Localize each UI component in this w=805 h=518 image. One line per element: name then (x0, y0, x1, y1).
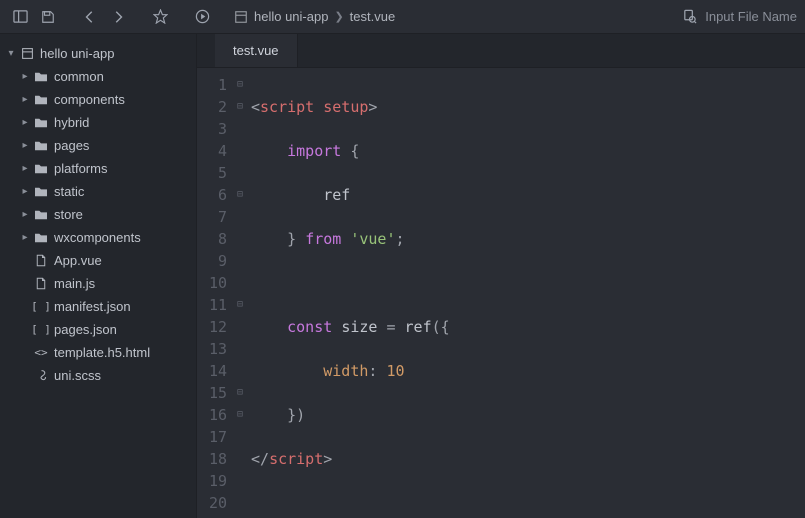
run-icon[interactable] (190, 5, 214, 29)
json-file-icon: [ ] (32, 300, 50, 313)
line-gutter: 1234567891011121314151617181920 (197, 68, 237, 518)
tree-folder[interactable]: ▸hybrid (0, 111, 196, 134)
save-icon[interactable] (36, 5, 60, 29)
tree-file[interactable]: uni.scss (0, 364, 196, 387)
chevron-right-icon: ❯ (334, 10, 343, 23)
chevron-right-icon: ▸ (18, 94, 32, 105)
tree-root-label: hello uni-app (40, 46, 114, 61)
fold-gutter[interactable]: ⊟⊟⊟⊟⊟⊟ (237, 68, 251, 518)
folder-icon (32, 186, 50, 198)
nav-back-icon[interactable] (78, 5, 102, 29)
tree-file[interactable]: [ ]pages.json (0, 318, 196, 341)
tree-file[interactable]: App.vue (0, 249, 196, 272)
folder-icon (32, 117, 50, 129)
star-icon[interactable] (148, 5, 172, 29)
breadcrumb-file[interactable]: test.vue (350, 9, 396, 24)
breadcrumb: hello uni-app ❯ test.vue (234, 9, 395, 24)
tab-test-vue[interactable]: test.vue (215, 34, 298, 67)
toolbar-search[interactable]: Input File Name (682, 9, 797, 24)
search-placeholder: Input File Name (705, 9, 797, 24)
chevron-right-icon: ▸ (18, 117, 32, 128)
project-icon (18, 47, 36, 60)
folder-icon (32, 232, 50, 244)
code-editor[interactable]: 1234567891011121314151617181920 ⊟⊟⊟⊟⊟⊟ <… (197, 68, 805, 518)
vue-file-icon (32, 254, 50, 267)
chevron-right-icon: ▸ (18, 71, 32, 82)
folder-icon (32, 140, 50, 152)
tree-folder[interactable]: ▸store (0, 203, 196, 226)
code-content[interactable]: <script setup> import { ref } from 'vue'… (251, 68, 805, 518)
file-explorer: ▾ hello uni-app ▸common ▸components ▸hyb… (0, 34, 197, 518)
tab-bar: test.vue (197, 34, 805, 68)
editor-area: test.vue 1234567891011121314151617181920… (197, 34, 805, 518)
search-file-icon (682, 9, 697, 24)
html-file-icon: <> (32, 346, 50, 359)
json-file-icon: [ ] (32, 323, 50, 336)
chevron-right-icon: ▸ (18, 186, 32, 197)
breadcrumb-project[interactable]: hello uni-app (254, 9, 328, 24)
tree-folder[interactable]: ▸platforms (0, 157, 196, 180)
tree-folder[interactable]: ▸components (0, 88, 196, 111)
tree-folder[interactable]: ▸static (0, 180, 196, 203)
tree-file[interactable]: <>template.h5.html (0, 341, 196, 364)
folder-icon (32, 94, 50, 106)
tree-folder[interactable]: ▸common (0, 65, 196, 88)
chevron-right-icon: ▸ (18, 140, 32, 151)
js-file-icon (32, 277, 50, 290)
nav-forward-icon[interactable] (106, 5, 130, 29)
layout-icon[interactable] (8, 5, 32, 29)
chevron-right-icon: ▸ (18, 209, 32, 220)
tree-file[interactable]: main.js (0, 272, 196, 295)
tree-file[interactable]: [ ]manifest.json (0, 295, 196, 318)
folder-icon (32, 163, 50, 175)
scss-file-icon (32, 369, 50, 382)
chevron-right-icon: ▸ (18, 232, 32, 243)
chevron-down-icon: ▾ (4, 48, 18, 59)
tree-folder[interactable]: ▸wxcomponents (0, 226, 196, 249)
tree-root[interactable]: ▾ hello uni-app (0, 42, 196, 65)
tree-folder[interactable]: ▸pages (0, 134, 196, 157)
toolbar: hello uni-app ❯ test.vue Input File Name (0, 0, 805, 34)
folder-icon (32, 71, 50, 83)
folder-icon (32, 209, 50, 221)
project-icon (234, 10, 248, 24)
chevron-right-icon: ▸ (18, 163, 32, 174)
